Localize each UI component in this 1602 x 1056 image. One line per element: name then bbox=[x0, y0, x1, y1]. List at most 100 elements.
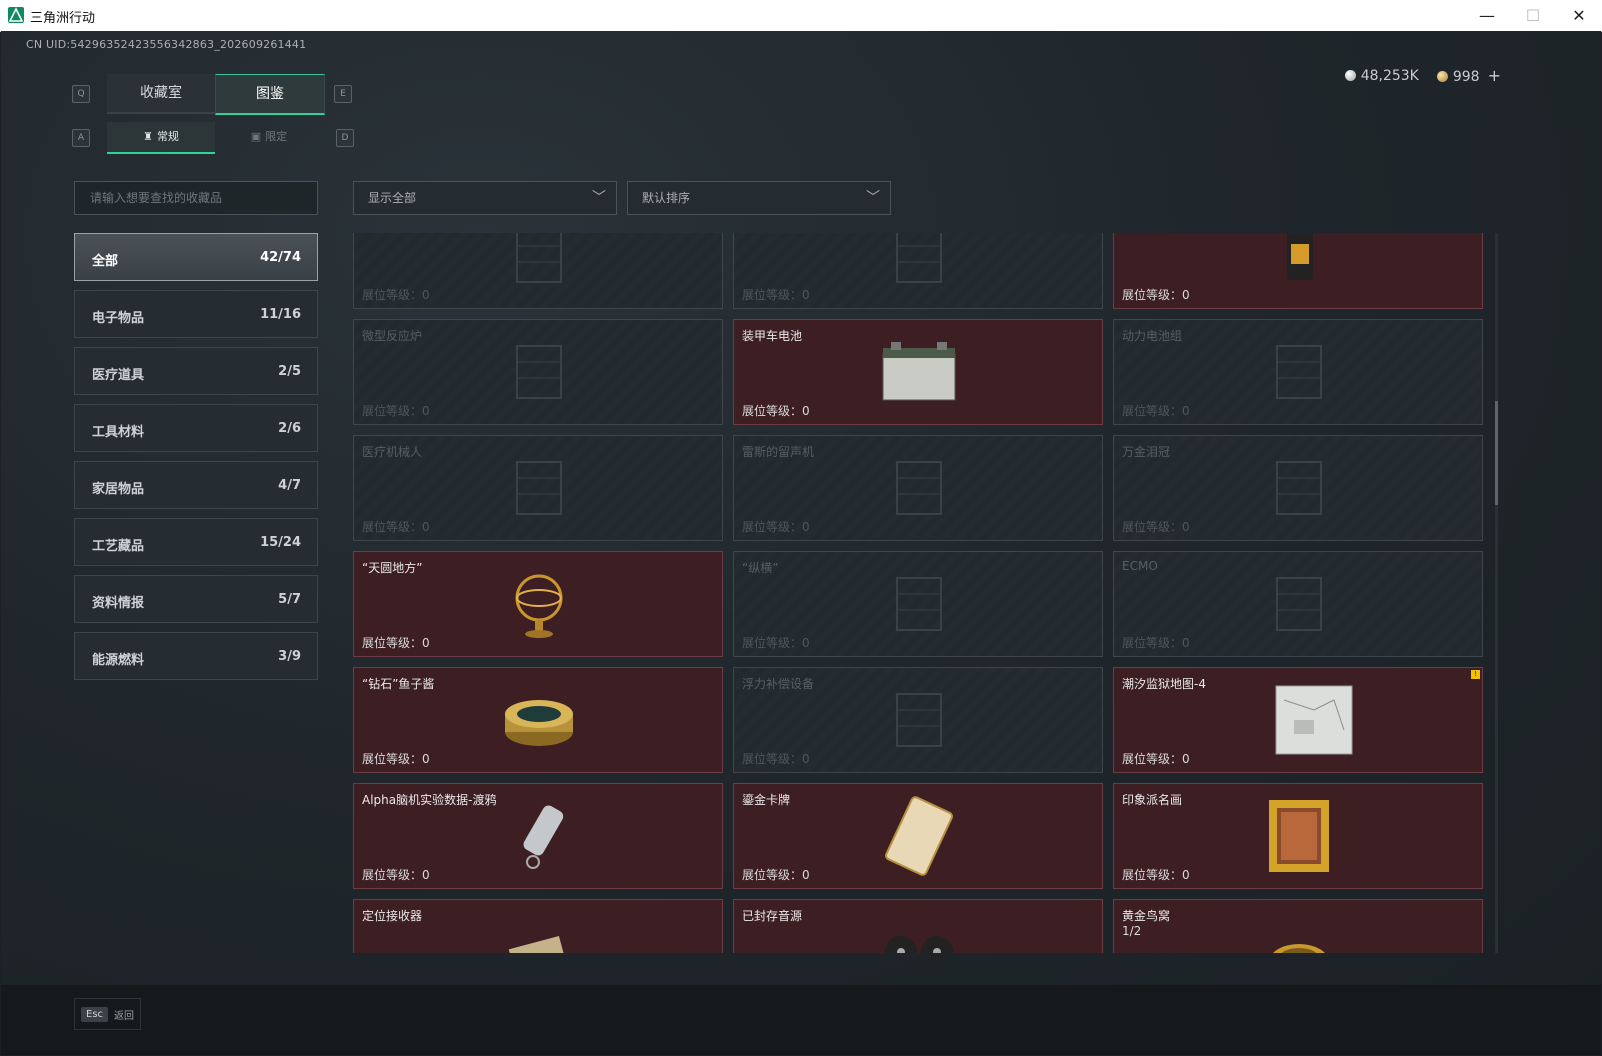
collection-card[interactable]: 鎏金卡牌展位等级：0 bbox=[733, 783, 1103, 889]
card-name: 已封存音源 bbox=[742, 909, 803, 923]
back-label: 返回 bbox=[114, 1010, 135, 1022]
card-name: 微型反应炉 bbox=[362, 329, 423, 343]
card-level-label: 展位等级： bbox=[1122, 404, 1183, 418]
card-name: Alpha脑机实验数据-渡鸦 bbox=[362, 793, 497, 807]
card-level-label: 展位等级： bbox=[742, 404, 803, 418]
card-name: 鎏金卡牌 bbox=[742, 793, 791, 807]
display-filter-dropdown[interactable]: 显示全部 ﹀ bbox=[353, 181, 617, 215]
card-level-label: 展位等级： bbox=[1122, 520, 1183, 534]
card-level-label: 展位等级： bbox=[1122, 868, 1183, 882]
robot-icon bbox=[499, 448, 579, 528]
crown-icon bbox=[1259, 448, 1339, 528]
card-name: “纵横” bbox=[742, 561, 779, 575]
card-level: 展位等级：0 bbox=[1122, 402, 1190, 419]
collection-card[interactable]: 展位等级：0 bbox=[353, 233, 723, 309]
category-list: 全部 42/74 电子物品 11/16 医疗道具 2/5 工具材料 2/6 家居物品 4/… bbox=[74, 233, 318, 689]
sort-dropdown[interactable]: 默认排序 ﹀ bbox=[627, 181, 891, 215]
category-medical[interactable]: 医疗道具 2/5 bbox=[74, 347, 318, 395]
collection-card[interactable]: 雷斯的留声机 展位等级：0 bbox=[733, 435, 1103, 541]
collection-card[interactable]: 已封存音源 bbox=[733, 899, 1103, 953]
tab-regular[interactable]: ♜ 常规 bbox=[107, 122, 215, 154]
collection-card[interactable]: 微型反应炉展位等级：0 bbox=[353, 319, 723, 425]
card-level-value: 0 bbox=[422, 520, 430, 534]
card-progress: 1/2 bbox=[1122, 924, 1142, 938]
tab-catalog[interactable]: 图鉴 bbox=[215, 74, 325, 115]
category-all[interactable]: 全部 42/74 bbox=[74, 233, 318, 281]
tab-limited[interactable]: ▣ 限定 bbox=[215, 122, 323, 152]
card-level-value: 0 bbox=[422, 404, 430, 418]
card-level-value: 0 bbox=[802, 752, 810, 766]
close-icon[interactable]: ✕ bbox=[1556, 0, 1602, 31]
card-name: 浮力补偿设备 bbox=[742, 677, 815, 691]
card-level: 展位等级：0 bbox=[362, 402, 430, 419]
collection-card[interactable]: 展位等级：0 bbox=[733, 233, 1103, 309]
battery-icon bbox=[879, 332, 959, 412]
card-level-label: 展位等级： bbox=[362, 404, 423, 418]
collection-card[interactable]: 动力电池组 展位等级：0 bbox=[1113, 319, 1483, 425]
collection-card[interactable]: 浮力补偿设备 展位等级：0 bbox=[733, 667, 1103, 773]
collection-card[interactable]: 装甲车电池展位等级：0 bbox=[733, 319, 1103, 425]
collection-card[interactable]: Alpha脑机实验数据-渡鸦 展位等级：0 bbox=[353, 783, 723, 889]
card-level-label: 展位等级： bbox=[1122, 636, 1183, 650]
collection-card[interactable]: “钻石”鱼子酱 展位等级：0 bbox=[353, 667, 723, 773]
card-level-label: 展位等级： bbox=[362, 636, 423, 650]
collection-card[interactable]: ECMO 展位等级：0 bbox=[1113, 551, 1483, 657]
card-level-value: 0 bbox=[802, 404, 810, 418]
card-level-value: 0 bbox=[1182, 288, 1190, 302]
vest-icon bbox=[879, 680, 959, 760]
frame-icon: ▣ bbox=[250, 130, 262, 143]
category-household[interactable]: 家居物品 4/7 bbox=[74, 461, 318, 509]
card-name: 印象派名画 bbox=[1122, 793, 1183, 807]
card-level-value: 0 bbox=[1182, 868, 1190, 882]
card-level: 展位等级：0 bbox=[742, 634, 810, 651]
card-level-label: 展位等级： bbox=[742, 752, 803, 766]
data-canister-icon bbox=[499, 796, 579, 876]
card-name: 定位接收器 bbox=[362, 909, 423, 923]
silver-currency: 48,253K bbox=[1344, 68, 1419, 84]
card-name: “天圆地方” bbox=[362, 561, 423, 575]
grid-scrollbar[interactable] bbox=[1495, 233, 1498, 953]
collection-card[interactable]: 医疗机械人 展位等级：0 bbox=[353, 435, 723, 541]
reactor-icon bbox=[499, 332, 579, 412]
armillary-sphere-icon bbox=[499, 564, 579, 644]
window-titlebar: 三角洲行动 — ☐ ✕ bbox=[0, 0, 1602, 32]
collection-card[interactable]: 万金泪冠展位等级：0 bbox=[1113, 435, 1483, 541]
category-tools[interactable]: 工具材料 2/6 bbox=[74, 404, 318, 452]
scrollbar-thumb[interactable] bbox=[1495, 401, 1498, 505]
collection-card[interactable]: “天圆地方” 展位等级：0 bbox=[353, 551, 723, 657]
collection-card[interactable]: 潮汐监狱地图-4 展位等级：0! bbox=[1113, 667, 1483, 773]
card-level: 展位等级：0 bbox=[742, 866, 810, 883]
back-button[interactable]: Esc 返回 bbox=[74, 998, 142, 1030]
category-intel[interactable]: 资料情报 5/7 bbox=[74, 575, 318, 623]
collection-card[interactable]: 黄金鸟窝 1/2 bbox=[1113, 899, 1483, 953]
collection-card[interactable]: 印象派名画展位等级：0 bbox=[1113, 783, 1483, 889]
sub-tabs: ♜ 常规 ▣ 限定 bbox=[107, 122, 323, 154]
card-level-value: 0 bbox=[802, 636, 810, 650]
tab-collection-room[interactable]: 收藏室 bbox=[107, 74, 215, 114]
collection-card[interactable]: 展位等级：0 bbox=[1113, 233, 1483, 309]
card-level-label: 展位等级： bbox=[362, 868, 423, 882]
card-name: 装甲车电池 bbox=[742, 329, 803, 343]
add-currency-button[interactable]: + bbox=[1488, 66, 1501, 85]
category-energy[interactable]: 能源燃料 3/9 bbox=[74, 632, 318, 680]
minimize-icon[interactable]: — bbox=[1464, 0, 1510, 31]
category-electronics[interactable]: 电子物品 11/16 bbox=[74, 290, 318, 338]
collection-card[interactable]: 定位接收器 bbox=[353, 899, 723, 953]
search-input[interactable] bbox=[88, 190, 312, 206]
card-level: 展位等级：0 bbox=[1122, 866, 1190, 883]
maximize-icon[interactable]: ☐ bbox=[1510, 0, 1556, 31]
card-level: 展位等级：0 bbox=[742, 518, 810, 535]
card-level: 展位等级：0 bbox=[742, 750, 810, 767]
card-level-label: 展位等级： bbox=[742, 520, 803, 534]
key-hint-e: E bbox=[334, 85, 352, 103]
card-name: 潮汐监狱地图-4 bbox=[1122, 677, 1206, 691]
category-crafts[interactable]: 工艺藏品 15/24 bbox=[74, 518, 318, 566]
card-level: 展位等级：0 bbox=[1122, 518, 1190, 535]
search-box[interactable] bbox=[74, 181, 318, 215]
card-level-value: 0 bbox=[422, 868, 430, 882]
map-icon bbox=[1259, 680, 1353, 760]
card-name: 万金泪冠 bbox=[1122, 445, 1171, 459]
card-level: 展位等级：0 bbox=[362, 750, 430, 767]
card-level-value: 0 bbox=[1182, 752, 1190, 766]
collection-card[interactable]: “纵横” 展位等级：0 bbox=[733, 551, 1103, 657]
